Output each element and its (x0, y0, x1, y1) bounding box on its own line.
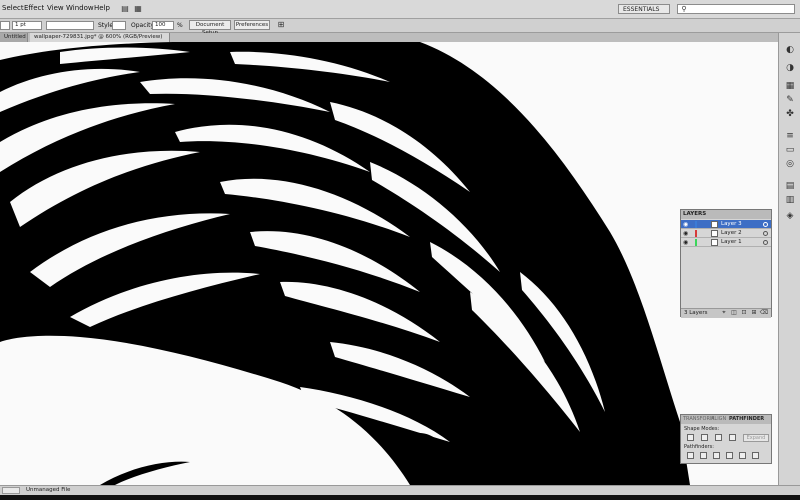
stroke-icon[interactable]: ≡ (784, 131, 796, 141)
layer-row[interactable]: ◉ Layer 2 (681, 229, 771, 238)
layer-color-indicator (695, 230, 697, 237)
symbols-icon[interactable]: ✤ (784, 109, 796, 119)
outline-icon[interactable] (739, 452, 746, 459)
exclude-icon[interactable] (729, 434, 736, 441)
new-sublayer-icon[interactable]: ⊡ (739, 308, 749, 318)
menu-view[interactable]: View (47, 4, 64, 12)
tab-transform[interactable]: TRANSFORM (683, 416, 714, 423)
crop-icon[interactable] (726, 452, 733, 459)
panel-dock: ◐ ◑ ▦ ✎ ✤ ≡ ▭ ◎ ▤ ▥ ◈ (778, 33, 800, 485)
layers-tab[interactable]: LAYERS (683, 211, 706, 217)
arrange-icon[interactable]: ⊞ (276, 20, 286, 30)
menu-help[interactable]: Help (94, 4, 110, 12)
layer-name[interactable]: Layer 1 (721, 239, 742, 246)
transparency-icon[interactable]: ◎ (784, 159, 796, 169)
layer-thumbnail (711, 221, 718, 228)
document-tab-bar: Untitled wallpaper-729831.jpg* @ 600% (R… (0, 33, 778, 42)
pathfinder-panel: TRANSFORM ALIGN PATHFINDER Shape Modes: … (680, 414, 772, 464)
target-circle-icon[interactable] (763, 240, 768, 245)
divide-icon[interactable] (687, 452, 694, 459)
layers-panel-header: LAYERS (681, 210, 771, 219)
layer-thumbnail (711, 230, 718, 237)
appearance-icon[interactable]: ▤ (784, 181, 796, 191)
menu-bar: Select Effect View Window Help ▤ ▦ ESSEN… (0, 0, 800, 19)
pathfinders-label: Pathfinders: (684, 444, 714, 450)
target-circle-icon[interactable] (763, 231, 768, 236)
locate-object-icon[interactable]: ⌖ (719, 308, 729, 318)
opacity-field[interactable]: 100 (152, 21, 174, 30)
visibility-eye-icon[interactable]: ◉ (683, 230, 688, 237)
visibility-eye-icon[interactable]: ◉ (683, 221, 688, 228)
stroke-color-swatch[interactable] (0, 21, 10, 30)
status-text[interactable]: Unmanaged File (26, 487, 70, 493)
hair-artwork (0, 42, 778, 485)
preferences-button[interactable]: Preferences (234, 20, 270, 30)
graphic-styles-icon[interactable]: ▥ (784, 195, 796, 205)
tab-pathfinder[interactable]: PATHFINDER (729, 416, 764, 423)
color-guide-icon[interactable]: ◑ (784, 63, 796, 73)
layer-name[interactable]: Layer 3 (721, 221, 742, 228)
zoom-level-field[interactable] (2, 487, 20, 494)
layer-count: 3 Layers (684, 310, 708, 316)
layer-color-indicator (695, 221, 697, 228)
artboard-canvas[interactable] (0, 42, 778, 485)
control-bar: 1 pt Style: Opacity: 100 % Document Setu… (0, 19, 800, 36)
menu-select[interactable]: Select (2, 4, 24, 12)
swatches-icon[interactable]: ▦ (784, 81, 796, 91)
tab-untitled[interactable]: Untitled (0, 33, 28, 42)
layer-row[interactable]: ◉ Layer 1 (681, 238, 771, 247)
tab-active-document[interactable]: wallpaper-729831.jpg* @ 600% (RGB/Previe… (30, 33, 170, 42)
style-dropdown[interactable] (112, 21, 126, 30)
workspace-switcher[interactable]: ESSENTIALS (618, 4, 670, 14)
search-icon: ⚲ (681, 5, 687, 13)
layer-thumbnail (711, 239, 718, 246)
pathfinder-panel-header: TRANSFORM ALIGN PATHFINDER (681, 415, 771, 424)
tab-align[interactable]: ALIGN (711, 416, 726, 423)
layers-panel-footer: 3 Layers ⌖ ◫ ⊡ ⊞ ⌫ (681, 308, 771, 318)
layers-icon[interactable]: ◈ (784, 211, 796, 221)
layer-color-indicator (695, 239, 697, 246)
unite-icon[interactable] (687, 434, 694, 441)
brushes-icon[interactable]: ✎ (784, 95, 796, 105)
layer-name[interactable]: Layer 2 (721, 230, 742, 237)
menu-effect[interactable]: Effect (24, 4, 44, 12)
menu-window[interactable]: Window (66, 4, 94, 12)
arrange-documents-icon[interactable]: ▦ (133, 4, 143, 14)
layer-row[interactable]: ◉ Layer 3 (681, 220, 771, 229)
visibility-eye-icon[interactable]: ◉ (683, 239, 688, 246)
minus-front-icon[interactable] (701, 434, 708, 441)
layers-panel: LAYERS ◉ Layer 3 ◉ Layer 2 ◉ Layer 1 3 L… (680, 209, 772, 318)
opacity-unit: % (177, 22, 183, 29)
window-bottom-edge (0, 495, 800, 500)
variable-width-profile-dropdown[interactable] (46, 21, 94, 30)
target-circle-icon[interactable] (763, 222, 768, 227)
shape-modes-label: Shape Modes: (684, 426, 720, 432)
trim-icon[interactable] (700, 452, 707, 459)
stroke-weight-field[interactable]: 1 pt (12, 21, 42, 30)
new-layer-icon[interactable]: ⊞ (749, 308, 759, 318)
gradient-icon[interactable]: ▭ (784, 145, 796, 155)
search-input[interactable] (677, 4, 795, 14)
make-clipping-mask-icon[interactable]: ◫ (729, 308, 739, 318)
merge-icon[interactable] (713, 452, 720, 459)
delete-layer-icon[interactable]: ⌫ (759, 308, 769, 318)
document-setup-button[interactable]: Document Setup (189, 20, 231, 36)
expand-button[interactable]: Expand (743, 434, 769, 442)
bridge-icon[interactable]: ▤ (120, 4, 130, 14)
color-icon[interactable]: ◐ (784, 45, 796, 55)
intersect-icon[interactable] (715, 434, 722, 441)
minus-back-icon[interactable] (752, 452, 759, 459)
